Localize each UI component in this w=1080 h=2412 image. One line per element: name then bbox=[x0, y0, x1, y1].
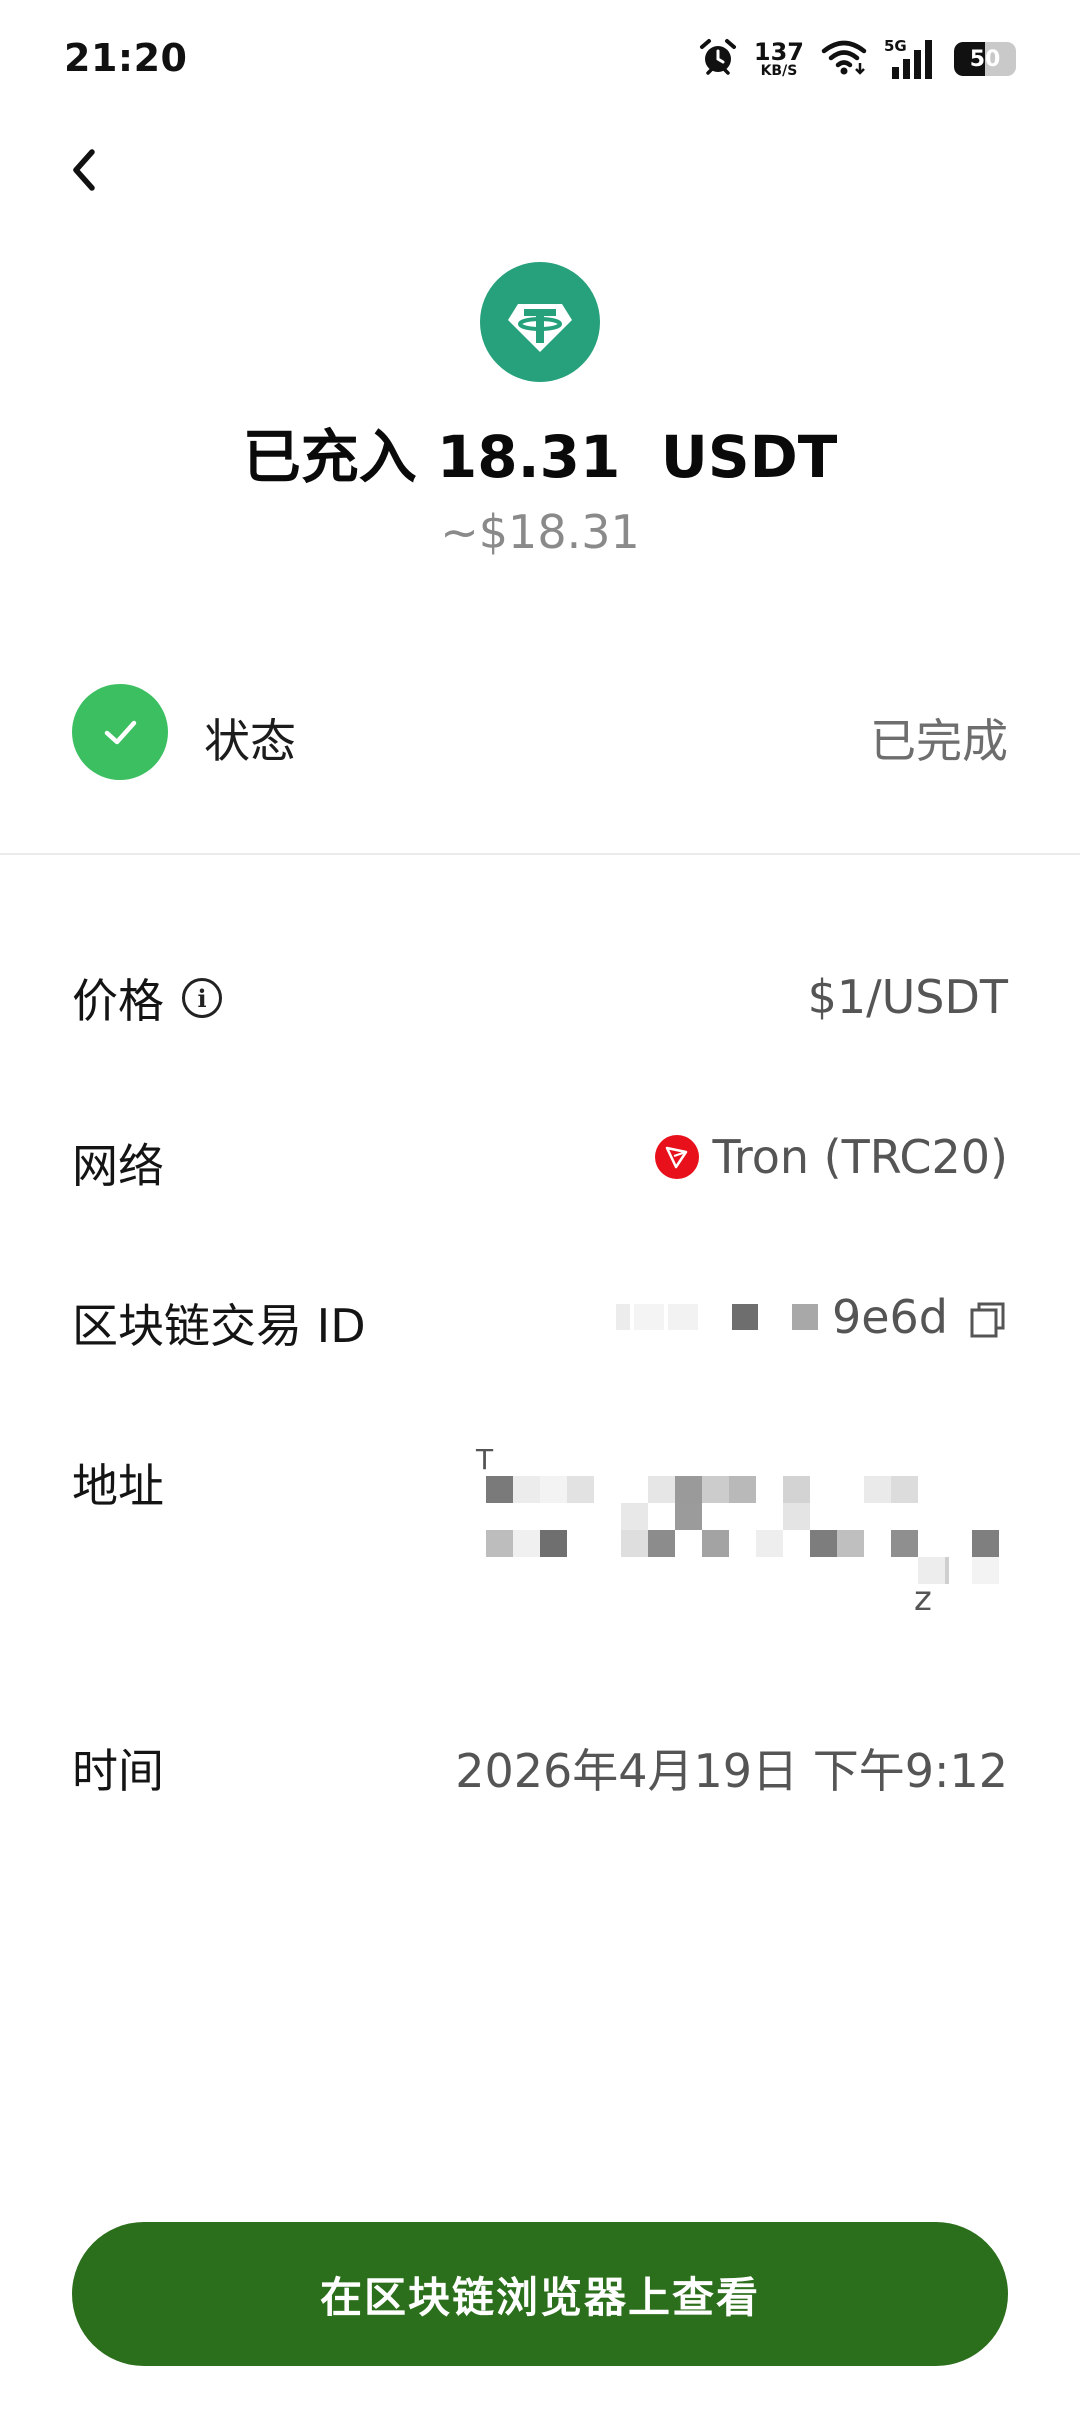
redacted-block bbox=[648, 1530, 675, 1557]
battery-level: 50 bbox=[969, 46, 1001, 72]
redacted-block bbox=[633, 1304, 664, 1330]
address-prefix: T bbox=[476, 1443, 494, 1476]
network-value: Tron (TRC20) bbox=[654, 1130, 1008, 1184]
chevron-left-icon bbox=[73, 149, 95, 191]
redacted-block bbox=[783, 1476, 810, 1503]
redacted-block bbox=[891, 1530, 918, 1557]
status-icons: 137 KB/S 5G 50 bbox=[698, 34, 1016, 84]
redacted-block bbox=[783, 1503, 810, 1530]
address-label: 地址 bbox=[72, 1450, 164, 1516]
redacted-block bbox=[667, 1304, 698, 1330]
txid-label-text: 区块链交易 ID bbox=[72, 1299, 366, 1353]
view-on-explorer-button[interactable]: 在区块链浏览器上查看 bbox=[72, 2222, 1008, 2366]
txid-suffix: 9e6d bbox=[831, 1290, 948, 1344]
redacted-block bbox=[486, 1476, 513, 1503]
redacted-block bbox=[513, 1476, 540, 1503]
alarm-icon bbox=[698, 37, 738, 81]
redacted-block bbox=[791, 1304, 818, 1330]
status-bar: 21:20 137 KB/S 5G 50 bbox=[0, 0, 1080, 120]
redacted-block bbox=[621, 1503, 648, 1530]
time-value-text: 2026年4月19日 下午9:12 bbox=[455, 1744, 1008, 1798]
redacted-block bbox=[615, 1304, 630, 1330]
txid-label: 区块链交易 ID bbox=[72, 1290, 366, 1356]
redacted-block bbox=[702, 1476, 729, 1503]
copy-icon[interactable] bbox=[968, 1297, 1008, 1338]
redacted-block bbox=[675, 1476, 702, 1503]
redacted-block bbox=[567, 1476, 594, 1503]
price-label: 价格 i bbox=[72, 965, 222, 1031]
network-value-text: Tron (TRC20) bbox=[712, 1130, 1008, 1184]
redacted-block bbox=[945, 1557, 949, 1584]
redacted-block bbox=[486, 1530, 513, 1557]
price-value: $1/USDT bbox=[808, 970, 1008, 1024]
redacted-block bbox=[891, 1476, 918, 1503]
check-circle-icon bbox=[72, 684, 168, 780]
battery-icon: 50 bbox=[954, 42, 1016, 76]
back-button[interactable] bbox=[52, 138, 116, 202]
price-value-text: $1/USDT bbox=[807, 970, 1008, 1024]
redacted-block bbox=[972, 1530, 999, 1557]
redacted-block bbox=[756, 1530, 783, 1557]
address-suffix: z bbox=[914, 1579, 932, 1619]
redacted-block bbox=[810, 1530, 837, 1557]
status-value: 已完成 bbox=[870, 714, 1008, 768]
tron-icon bbox=[654, 1135, 699, 1179]
network-label-text: 网络 bbox=[72, 1139, 164, 1193]
wifi-icon bbox=[820, 37, 868, 81]
address-value-redacted: T z bbox=[470, 1443, 1010, 1625]
status-label: 状态 bbox=[204, 714, 296, 768]
redacted-block bbox=[701, 1304, 728, 1330]
cellular-signal-icon: 5G bbox=[884, 37, 938, 81]
redacted-block bbox=[513, 1530, 540, 1557]
info-icon[interactable]: i bbox=[182, 978, 222, 1018]
net-speed: 137 KB/S bbox=[754, 40, 804, 78]
txid-redacted bbox=[615, 1304, 818, 1330]
redacted-block bbox=[837, 1530, 864, 1557]
redacted-block bbox=[540, 1476, 567, 1503]
usd-value: ~$18.31 bbox=[440, 505, 640, 559]
redacted-block bbox=[702, 1530, 729, 1557]
redacted-block bbox=[729, 1476, 756, 1503]
tether-usdt-icon bbox=[480, 262, 600, 382]
net-speed-unit: KB/S bbox=[760, 63, 798, 79]
net-speed-value: 137 bbox=[753, 38, 804, 66]
price-label-text: 价格 bbox=[72, 974, 164, 1028]
divider bbox=[0, 853, 1080, 855]
time-value: 2026年4月19日 下午9:12 bbox=[455, 1735, 1008, 1801]
address-label-text: 地址 bbox=[72, 1459, 164, 1513]
time-label: 时间 bbox=[72, 1735, 164, 1801]
network-label: 网络 bbox=[72, 1130, 164, 1196]
redacted-block bbox=[621, 1530, 648, 1557]
redacted-block bbox=[864, 1476, 891, 1503]
status-time: 21:20 bbox=[64, 36, 188, 80]
redacted-block bbox=[648, 1476, 675, 1503]
redacted-block bbox=[540, 1530, 567, 1557]
redacted-block bbox=[675, 1503, 702, 1530]
time-label-text: 时间 bbox=[72, 1744, 164, 1798]
txid-value: 9e6d bbox=[615, 1290, 1008, 1344]
redacted-block bbox=[972, 1557, 999, 1584]
redacted-block bbox=[761, 1304, 788, 1330]
deposit-title: 已充入 18.31 USDT bbox=[242, 423, 838, 491]
redacted-block bbox=[731, 1304, 758, 1330]
